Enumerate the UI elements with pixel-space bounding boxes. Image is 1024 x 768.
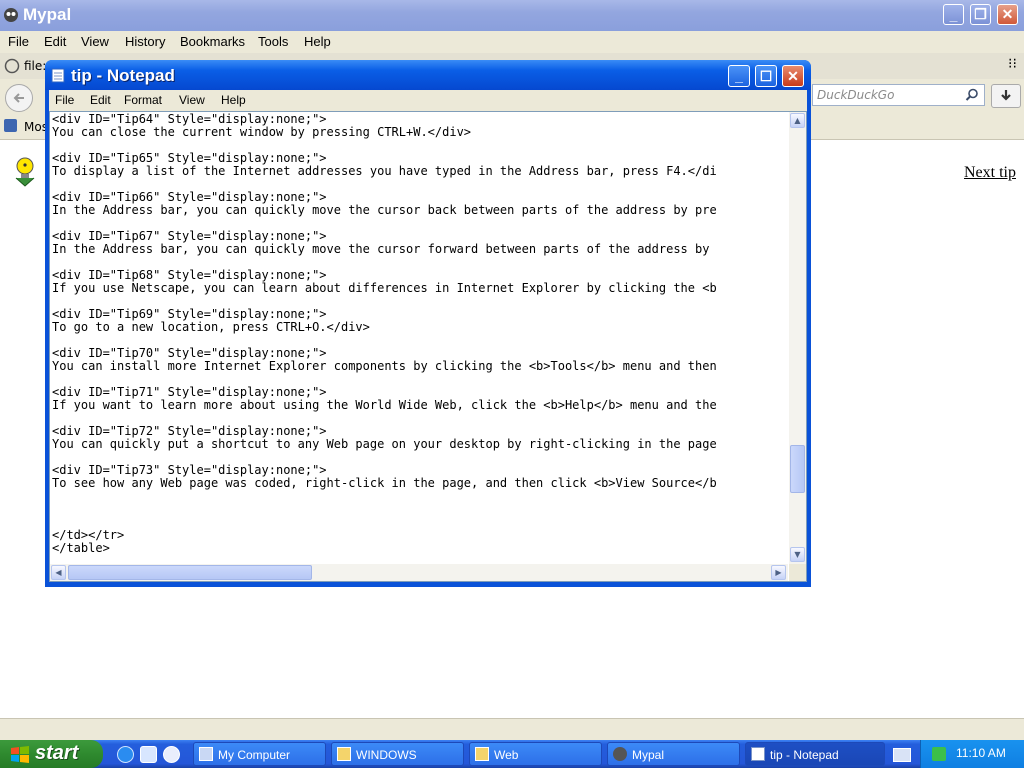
menu-bookmarks[interactable]: Bookmarks <box>180 34 245 49</box>
browser-statusbar <box>0 718 1024 741</box>
text-line: In the Address bar, you can quickly move… <box>52 203 717 217</box>
restore-icon: ❐ <box>974 6 987 22</box>
back-button[interactable] <box>5 84 33 112</box>
horizontal-scroll-thumb[interactable] <box>68 565 312 580</box>
text-line <box>52 516 788 529</box>
mypal-icon <box>613 747 627 761</box>
notepad-menubar: File Edit Format View Help <box>49 90 807 111</box>
next-tip-link[interactable]: Next tip <box>964 164 1016 182</box>
vertical-scrollbar[interactable]: ▲ ▼ <box>789 112 806 564</box>
windows-logo-icon <box>11 746 29 763</box>
download-arrow-icon <box>1001 90 1011 101</box>
text-line: If you want to learn more about using th… <box>52 398 717 412</box>
browser-titlebar[interactable]: Mypal _ ❐ ✕ <box>0 0 1024 31</box>
start-label: start <box>35 742 79 764</box>
menu-view[interactable]: View <box>81 34 109 49</box>
system-tray: 11:10 AM <box>920 740 1024 768</box>
menu-file[interactable]: File <box>8 34 29 49</box>
text-line <box>52 503 788 516</box>
notepad-menu-file[interactable]: File <box>55 93 74 107</box>
browser-title: Mypal <box>23 5 72 24</box>
browser-menubar: File Edit View History Bookmarks Tools H… <box>0 31 1024 53</box>
browser-quicklaunch-icon[interactable] <box>140 746 157 763</box>
notepad-title: tip - Notepad <box>71 66 175 85</box>
scroll-up-button[interactable]: ▲ <box>790 113 805 128</box>
text-line: You can close the current window by pres… <box>52 125 472 139</box>
search-input[interactable]: DuckDuckGo <box>812 84 985 106</box>
text-line: To display a list of the Internet addres… <box>52 164 717 178</box>
notepad-close-button[interactable]: ✕ <box>782 65 804 87</box>
task-label: Web <box>494 748 519 762</box>
task-label: tip - Notepad <box>770 748 839 762</box>
text-line: If you use Netscape, you can learn about… <box>52 281 717 295</box>
text-line: You can install more Internet Explorer c… <box>52 359 717 373</box>
minimize-icon: _ <box>949 6 958 23</box>
menu-history[interactable]: History <box>125 34 165 49</box>
close-button[interactable]: ✕ <box>997 4 1018 25</box>
task-web-folder[interactable]: Web <box>469 742 602 766</box>
scroll-right-button[interactable]: ▶ <box>771 565 786 580</box>
notepad-minimize-button[interactable]: _ <box>728 65 750 87</box>
notepad-maximize-button[interactable]: ☐ <box>755 65 777 87</box>
notepad-menu-edit[interactable]: Edit <box>90 93 111 107</box>
task-tip-notepad[interactable]: tip - Notepad <box>745 742 885 766</box>
network-icon[interactable] <box>932 747 946 761</box>
scroll-left-button[interactable]: ◀ <box>51 565 66 580</box>
task-label: Mypal <box>632 748 665 762</box>
notepad-window[interactable]: tip - Notepad _ ☐ ✕ File Edit Format Vie… <box>45 60 811 587</box>
notepad-menu-format[interactable]: Format <box>124 93 162 107</box>
text-line: To see how any Web page was coded, right… <box>52 476 717 490</box>
downloads-button[interactable] <box>991 84 1021 108</box>
notepad-titlebar[interactable]: tip - Notepad _ ☐ ✕ <box>45 60 811 90</box>
restore-button[interactable]: ❐ <box>970 4 991 25</box>
globe-icon <box>4 58 20 74</box>
computer-icon <box>199 747 213 761</box>
bookmark-icon <box>4 119 17 132</box>
task-mypal[interactable]: Mypal <box>607 742 740 766</box>
notepad-icon <box>751 747 765 761</box>
search-icon[interactable] <box>965 88 979 102</box>
folder-icon <box>337 747 351 761</box>
vertical-scroll-thumb[interactable] <box>790 445 805 493</box>
notepad-text[interactable]: <div ID="Tip64" Style="display:none;"> Yo… <box>52 113 788 559</box>
text-line: In the Address bar, you can quickly move… <box>52 242 710 256</box>
text-line: </td></tr> <box>52 528 125 542</box>
clock[interactable]: 11:10 AM <box>956 746 1006 760</box>
task-my-computer[interactable]: My Computer <box>193 742 326 766</box>
text-line: To go to a new location, press CTRL+O.</… <box>52 320 370 334</box>
lightbulb-icon <box>15 157 35 187</box>
notepad-app-icon <box>51 68 65 83</box>
close-icon: ✕ <box>787 67 799 84</box>
task-windows-folder[interactable]: WINDOWS <box>331 742 464 766</box>
back-arrow-icon <box>13 93 24 103</box>
mypal-app-icon <box>4 8 18 22</box>
search-placeholder: DuckDuckGo <box>817 88 895 102</box>
tab-list-icon[interactable]: ⁝⁝ <box>1008 56 1017 72</box>
start-button[interactable]: start <box>0 740 103 768</box>
notepad-menu-help[interactable]: Help <box>221 93 246 107</box>
text-line <box>52 490 788 503</box>
text-line: </table> <box>52 541 110 555</box>
taskbar: start My Computer WINDOWS Web Mypal tip … <box>0 740 1024 768</box>
ie-quicklaunch-icon[interactable] <box>117 746 134 763</box>
minimize-button[interactable]: _ <box>943 4 964 25</box>
folder-icon <box>475 747 489 761</box>
notepad-text-area[interactable]: <div ID="Tip64" Style="display:none;"> Yo… <box>49 111 807 582</box>
close-icon: ✕ <box>1001 6 1014 22</box>
task-label: My Computer <box>218 748 291 762</box>
notepad-menu-view[interactable]: View <box>179 93 205 107</box>
resize-grip[interactable] <box>789 564 806 581</box>
keyboard-icon[interactable] <box>893 748 911 762</box>
menu-tools[interactable]: Tools <box>258 34 288 49</box>
task-label: WINDOWS <box>356 748 417 762</box>
text-line: You can quickly put a shortcut to any We… <box>52 437 717 451</box>
media-quicklaunch-icon[interactable] <box>163 746 180 763</box>
menu-help[interactable]: Help <box>304 34 331 49</box>
menu-edit[interactable]: Edit <box>44 34 66 49</box>
tab-label[interactable]: file: <box>24 59 46 73</box>
maximize-icon: ☐ <box>759 67 773 84</box>
minimize-icon: _ <box>735 68 743 84</box>
scroll-down-button[interactable]: ▼ <box>790 547 805 562</box>
horizontal-scrollbar[interactable]: ◀ ▶ <box>50 564 788 581</box>
